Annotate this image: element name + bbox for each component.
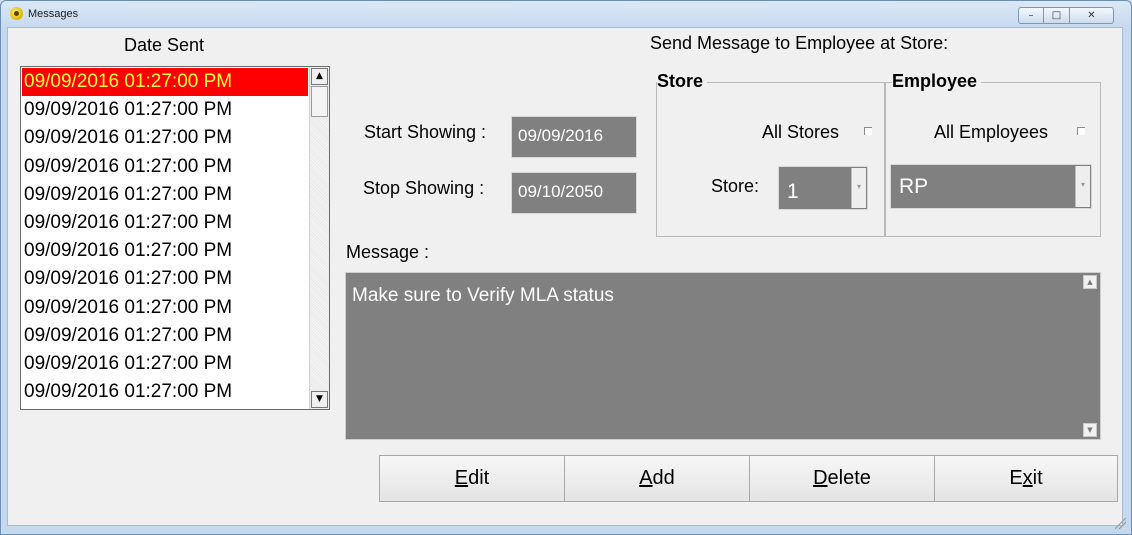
message-scroll-up-icon[interactable]: ▲ xyxy=(1083,275,1097,289)
edit-button[interactable]: Edit xyxy=(379,455,565,502)
list-item[interactable]: 09/09/2016 01:27:00 PM xyxy=(22,209,308,237)
store-groupbox xyxy=(656,82,886,237)
date-sent-header: Date Sent xyxy=(124,35,205,55)
exit-button[interactable]: Exit xyxy=(934,455,1118,502)
delete-button[interactable]: Delete xyxy=(749,455,935,502)
edit-button-label: Edit xyxy=(454,467,490,489)
start-showing-label: Start Showing : xyxy=(364,122,487,142)
message-label: Message : xyxy=(346,242,430,262)
list-item[interactable]: 09/09/2016 01:27:00 PM xyxy=(22,96,308,124)
list-item[interactable]: 09/09/2016 01:27:00 PM xyxy=(22,378,308,406)
store-combobox[interactable]: 1 ▾ xyxy=(778,166,868,210)
list-item[interactable]: 09/09/2016 01:27:00 PM xyxy=(22,350,308,378)
listbox-scrollbar[interactable]: ▲ ▼ xyxy=(309,67,329,409)
app-icon xyxy=(10,7,23,20)
store-group-title: Store xyxy=(657,71,708,92)
start-showing-field[interactable]: 09/09/2016 xyxy=(511,116,637,158)
window-title: Messages xyxy=(28,8,79,20)
scroll-down-button[interactable]: ▼ xyxy=(311,391,328,408)
all-employees-label: All Employees xyxy=(934,122,1049,142)
date-sent-items: 09/09/2016 01:27:00 PM 09/09/2016 01:27:0… xyxy=(22,68,308,406)
message-scroll-down-icon[interactable]: ▼ xyxy=(1083,423,1097,437)
maximize-button[interactable]: □ xyxy=(1044,7,1070,24)
stop-showing-field[interactable]: 09/10/2050 xyxy=(511,172,637,214)
employee-combobox-value: RP xyxy=(899,175,929,198)
resize-grip-icon[interactable] xyxy=(1115,518,1126,529)
employee-group-title: Employee xyxy=(892,71,982,92)
all-employees-checkbox[interactable] xyxy=(1077,127,1085,135)
minimize-button[interactable]: – xyxy=(1018,7,1044,24)
scroll-up-button[interactable]: ▲ xyxy=(311,68,328,85)
add-button-label: Add xyxy=(639,467,675,489)
employee-groupbox xyxy=(884,82,1101,237)
date-sent-listbox[interactable]: 09/09/2016 01:27:00 PM 09/09/2016 01:27:0… xyxy=(20,66,330,410)
list-item[interactable]: 09/09/2016 01:27:00 PM xyxy=(22,124,308,152)
employee-combobox[interactable]: RP ▾ xyxy=(890,164,1092,209)
send-message-title: Send Message to Employee at Store: xyxy=(650,33,949,53)
message-scrollbar[interactable]: ▲ ▼ xyxy=(1083,275,1098,437)
close-button[interactable]: ✕ xyxy=(1070,7,1114,24)
list-item[interactable]: 09/09/2016 01:27:00 PM xyxy=(22,237,308,265)
delete-button-label: Delete xyxy=(813,467,871,489)
chevron-down-icon[interactable]: ▾ xyxy=(851,168,866,208)
list-item[interactable]: 09/09/2016 01:27:00 PM xyxy=(22,322,308,350)
list-item[interactable]: 09/09/2016 01:27:00 PM xyxy=(22,68,308,97)
chevron-down-icon[interactable]: ▾ xyxy=(1075,166,1090,207)
list-item[interactable]: 09/09/2016 01:27:00 PM xyxy=(22,265,308,293)
store-combobox-value: 1 xyxy=(787,180,799,203)
list-item[interactable]: 09/09/2016 01:27:00 PM xyxy=(22,181,308,209)
exit-button-label: Exit xyxy=(1009,467,1043,489)
add-button[interactable]: Add xyxy=(564,455,750,502)
list-item[interactable]: 09/09/2016 01:27:00 PM xyxy=(22,294,308,322)
scroll-thumb[interactable] xyxy=(311,86,328,117)
message-text: Make sure to Verify MLA status xyxy=(352,285,614,306)
list-item[interactable]: 09/09/2016 01:27:00 PM xyxy=(22,153,308,181)
store-label: Store: xyxy=(711,176,760,196)
stop-showing-label: Stop Showing : xyxy=(363,178,485,198)
all-stores-checkbox[interactable] xyxy=(864,127,872,135)
all-stores-label: All Stores xyxy=(762,122,840,142)
title-bar[interactable]: Messages – □ ✕ xyxy=(1,1,1131,27)
message-textarea[interactable]: Make sure to Verify MLA status ▲ ▼ xyxy=(345,272,1101,440)
